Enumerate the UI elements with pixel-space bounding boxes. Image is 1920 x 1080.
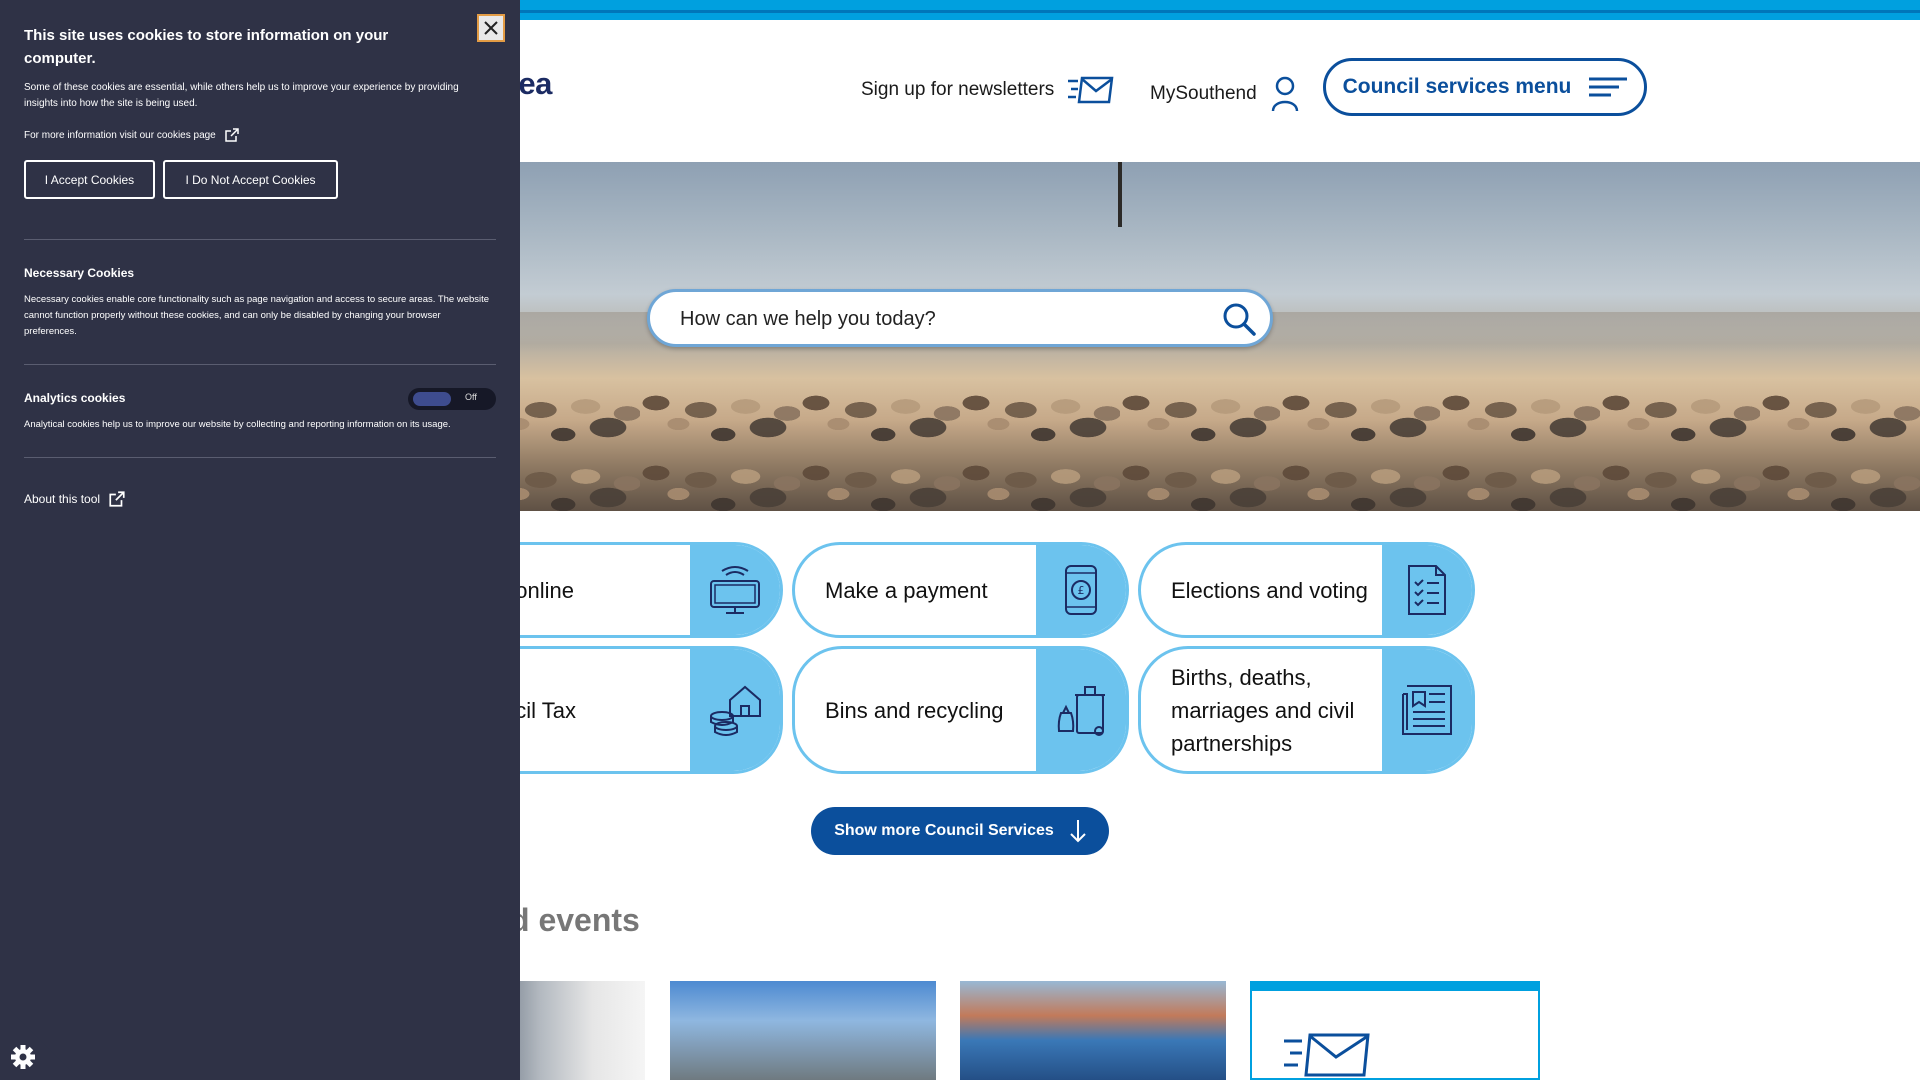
external-link-icon — [225, 128, 239, 142]
service-card-icon-box — [1036, 649, 1126, 771]
close-icon — [484, 21, 498, 35]
about-label: About this tool — [24, 492, 101, 506]
news-thumbnail[interactable] — [960, 981, 1226, 1080]
service-card-label: Elections and voting — [1171, 577, 1368, 603]
document-icon — [1402, 685, 1452, 735]
service-card-icon-box: £ — [1036, 545, 1126, 635]
service-card-icon-box — [690, 649, 780, 771]
divider — [24, 364, 496, 365]
envelope-icon — [1284, 1033, 1370, 1077]
show-more-services-button[interactable]: Show more Council Services — [811, 807, 1109, 855]
newsletter-link[interactable]: Sign up for newsletters — [861, 76, 1114, 104]
service-card-label: Births, deaths, marriages and civil part… — [1171, 664, 1355, 756]
news-events-heading: d events — [510, 902, 640, 938]
cookie-intro: Some of these cookies are essential, whi… — [24, 82, 459, 109]
service-card-bins-recycling[interactable]: Bins and recycling — [792, 646, 1129, 774]
bin-icon — [1057, 686, 1105, 736]
newsletter-label: Sign up for newsletters — [861, 79, 1055, 100]
reject-cookies-button[interactable]: I Do Not Accept Cookies — [163, 160, 338, 199]
service-card-icon-box — [690, 545, 780, 635]
newsletter-card[interactable] — [1250, 981, 1540, 1080]
necessary-cookies-text: Necessary cookies enable core functional… — [24, 294, 490, 337]
toggle-state-label: Off — [465, 392, 477, 402]
service-card-label: Bins and recycling — [825, 697, 1004, 723]
necessary-cookies-title: Necessary Cookies — [24, 266, 135, 280]
divider — [24, 239, 496, 240]
analytics-cookies-title: Analytics cookies — [24, 391, 126, 405]
search-input[interactable] — [678, 302, 1202, 336]
service-card-make-payment[interactable]: Make a payment £ — [792, 542, 1129, 638]
search-icon[interactable] — [1222, 302, 1256, 336]
house-coins-icon — [710, 685, 761, 736]
gear-icon — [11, 1045, 35, 1069]
divider — [24, 457, 496, 458]
service-card-elections[interactable]: Elections and voting — [1138, 542, 1475, 638]
about-this-tool-link[interactable]: About this tool — [24, 490, 126, 508]
analytics-cookies-text: Analytical cookies help us to improve ou… — [24, 419, 451, 430]
council-services-menu-button[interactable]: Council services menu — [1323, 58, 1647, 116]
cookie-info-label: For more information visit our cookies p… — [24, 129, 216, 141]
service-card-label: Make a payment — [825, 577, 988, 603]
cookie-settings-button[interactable] — [0, 1000, 80, 1080]
envelope-icon — [1068, 76, 1114, 104]
news-thumbnail[interactable] — [670, 981, 936, 1080]
mysouthend-label: MySouthend — [1150, 83, 1257, 104]
toggle-knob — [413, 392, 451, 406]
cookie-info-link[interactable]: For more information visit our cookies p… — [24, 127, 240, 143]
computer-icon — [710, 566, 760, 614]
menu-button-label: Council services menu — [1342, 75, 1572, 98]
external-link-icon — [109, 491, 125, 507]
service-card-icon-box — [1382, 649, 1472, 771]
cookie-close-button[interactable] — [477, 14, 505, 42]
user-icon — [1271, 76, 1298, 112]
cookie-consent-panel: This site uses cookies to store informat… — [0, 0, 520, 1080]
cookie-title: This site uses cookies to store informat… — [24, 27, 389, 67]
checklist-icon — [1408, 565, 1446, 615]
service-card-icon-box — [1382, 545, 1472, 635]
site-search[interactable] — [647, 289, 1273, 347]
accept-cookies-button[interactable]: I Accept Cookies — [24, 160, 155, 199]
arrow-down-icon — [1070, 820, 1086, 843]
phone-payment-icon: £ — [1065, 565, 1097, 615]
analytics-cookies-toggle[interactable]: Off — [408, 388, 496, 410]
svg-text:£: £ — [1078, 584, 1085, 597]
sea-marker-post — [1118, 162, 1122, 227]
hamburger-icon — [1589, 77, 1628, 97]
service-card-births-deaths[interactable]: Births, deaths, marriages and civil part… — [1138, 646, 1475, 774]
mysouthend-link[interactable]: MySouthend — [1150, 76, 1299, 112]
show-more-label: Show more Council Services — [834, 822, 1054, 839]
